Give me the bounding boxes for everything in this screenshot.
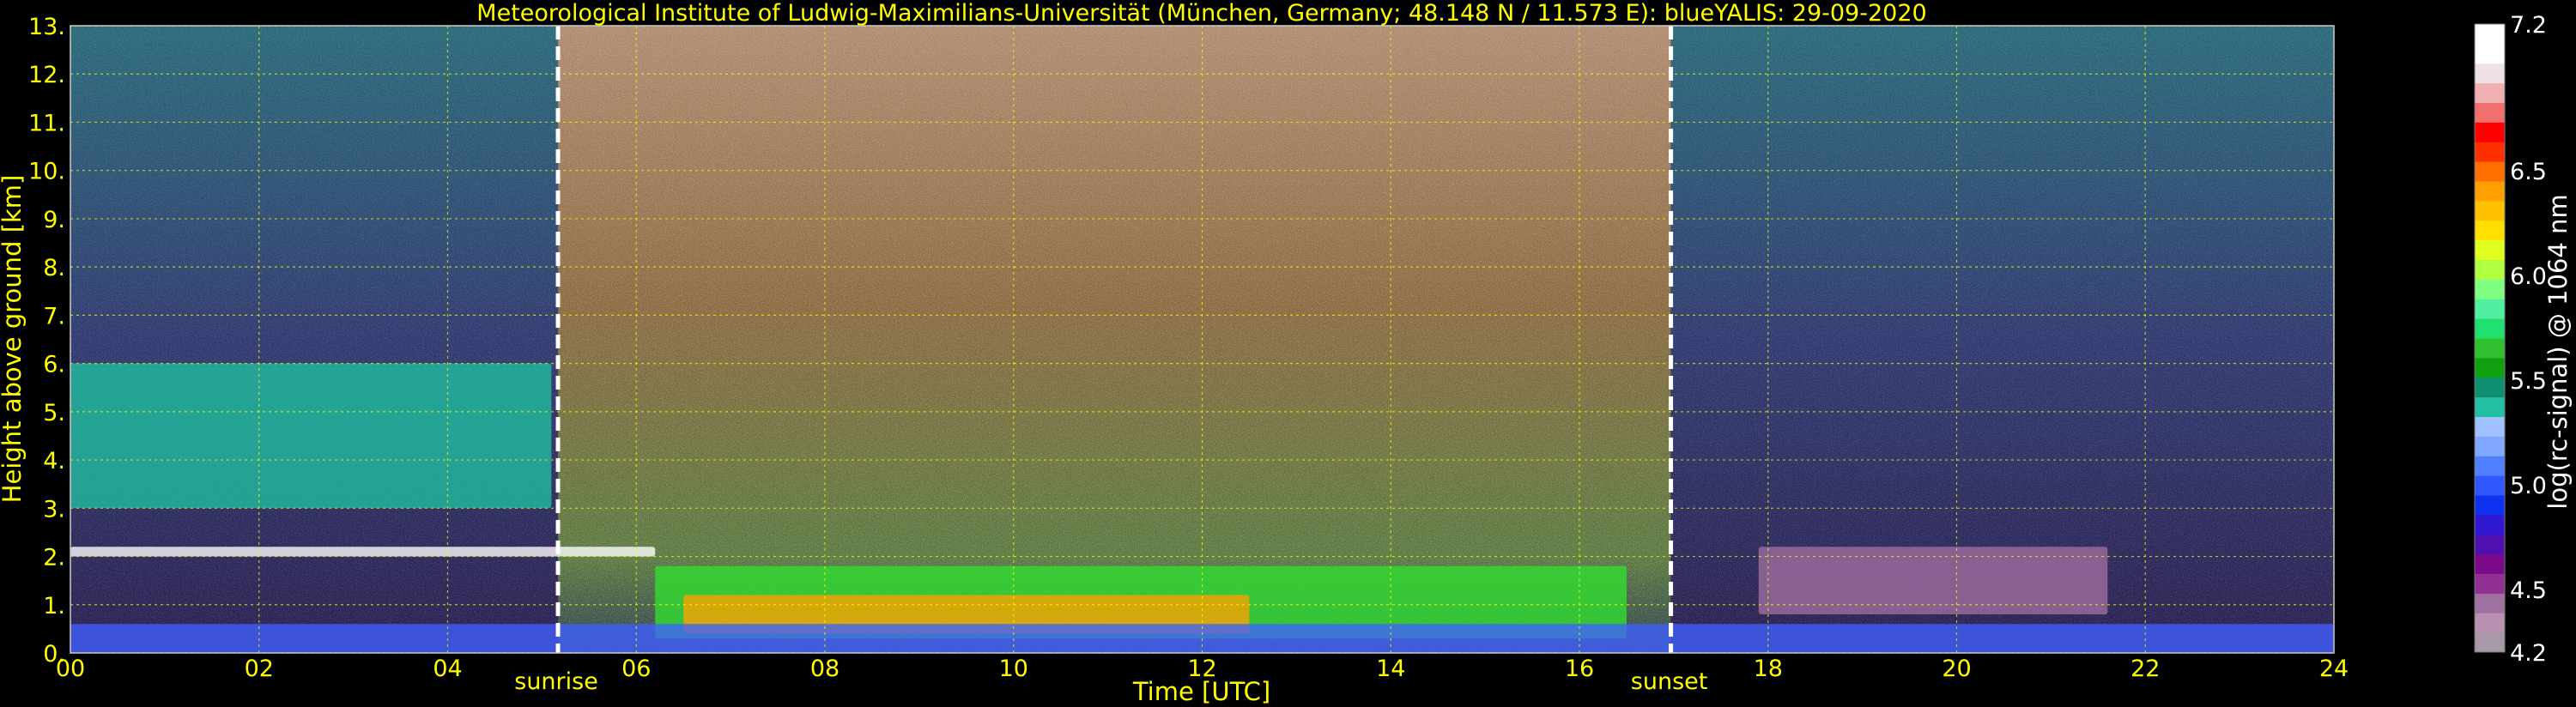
colorbar-segment [2475,239,2505,260]
colorbar-segment [2475,43,2505,64]
y-tick-label: 10. [28,159,65,185]
noise-day [558,26,1671,653]
colorbar-segment [2475,456,2505,476]
colorbar-segment [2475,279,2505,299]
colorbar-segment [2475,102,2505,123]
colorbar-segment [2475,318,2505,339]
colorbar-segment [2475,534,2505,555]
event-label-sunset: sunset [1631,668,1708,695]
colorbar-segment [2475,82,2505,103]
y-tick-label: 0. [43,641,65,668]
colorbar-tick-label: 6.5 [2510,159,2547,185]
colorbar-segment [2475,200,2505,221]
noise-night-early [70,26,559,653]
colorbar-segment [2475,24,2505,45]
colorbar-segment [2475,142,2505,162]
colorbar-segment [2475,396,2505,417]
x-tick-label: 06 [621,656,651,682]
x-tick-label: 18 [1754,656,1783,682]
x-tick-label: 22 [2131,656,2160,682]
feature-residual-layer-top [70,547,656,557]
y-tick-label: 9. [43,207,65,233]
colorbar: 4.2 4.5 5.0 5.5 6.0 6.5 7.2 [2474,12,2547,667]
y-tick-label: 8. [43,255,65,281]
colorbar-segment [2475,259,2505,280]
chart-title: Meteorological Institute of Ludwig-Maxim… [476,0,1926,27]
colorbar-segment [2475,122,2505,142]
colorbar-segment [2475,475,2505,496]
x-tick-label: 04 [433,656,462,682]
y-tick-label: 4. [43,448,65,474]
colorbar-segment [2475,220,2505,241]
colorbar-tick-label: 6.0 [2510,263,2547,290]
x-tick-label: 02 [245,656,274,682]
colorbar-segment [2475,436,2505,456]
x-tick-label: 20 [1942,656,1971,682]
lidar-chart: sunrise sunset 00 02 04 06 08 10 12 14 16 18 20 22 24… [0,0,2573,706]
colorbar-tick-label: 7.2 [2510,12,2547,39]
colorbar-segment [2475,495,2505,516]
colorbar-tick-label: 4.5 [2510,577,2547,604]
colorbar-segment [2475,613,2505,633]
colorbar-segment [2475,416,2505,437]
colorbar-label: log(rc-signal) @ 1064 nm [2543,194,2573,509]
y-tick-label: 12. [28,62,65,88]
colorbar-tick-label: 5.0 [2510,473,2547,499]
x-tick-label: 10 [999,656,1028,682]
event-label-sunrise: sunrise [514,668,598,695]
colorbar-segment [2475,593,2505,613]
colorbar-segment [2475,161,2505,182]
colorbar-segment [2475,632,2505,653]
colorbar-segment [2475,338,2505,359]
y-tick-label: 13. [28,14,65,40]
colorbar-segment [2475,553,2505,574]
colorbar-segment [2475,357,2505,378]
y-tick-label: 7. [43,303,65,329]
colorbar-segment [2475,573,2505,594]
y-tick-label: 11. [28,110,65,136]
colorbar-segment [2475,63,2505,84]
x-axis-label: Time [UTC] [1132,677,1270,706]
x-tick-label: 14 [1376,656,1405,682]
colorbar-segment [2475,514,2505,535]
y-tick-label: 6. [43,352,65,378]
x-tick-label: 08 [810,656,839,682]
y-axis-label: Height above ground [km] [0,175,27,504]
y-tick-label: 5. [43,400,65,426]
feature-mid-level-cloud [70,363,552,509]
colorbar-segment [2475,299,2505,319]
colorbar-segment [2475,377,2505,398]
colorbar-tick-label: 5.5 [2510,368,2547,395]
y-tick-label: 3. [43,496,65,523]
x-tick-label: 24 [2319,656,2349,682]
x-tick-label: 16 [1565,656,1594,682]
y-tick-label: 2. [43,545,65,571]
colorbar-tick-label: 4.2 [2510,640,2547,667]
colorbar-segment [2475,181,2505,202]
y-tick-label: 1. [43,593,65,619]
